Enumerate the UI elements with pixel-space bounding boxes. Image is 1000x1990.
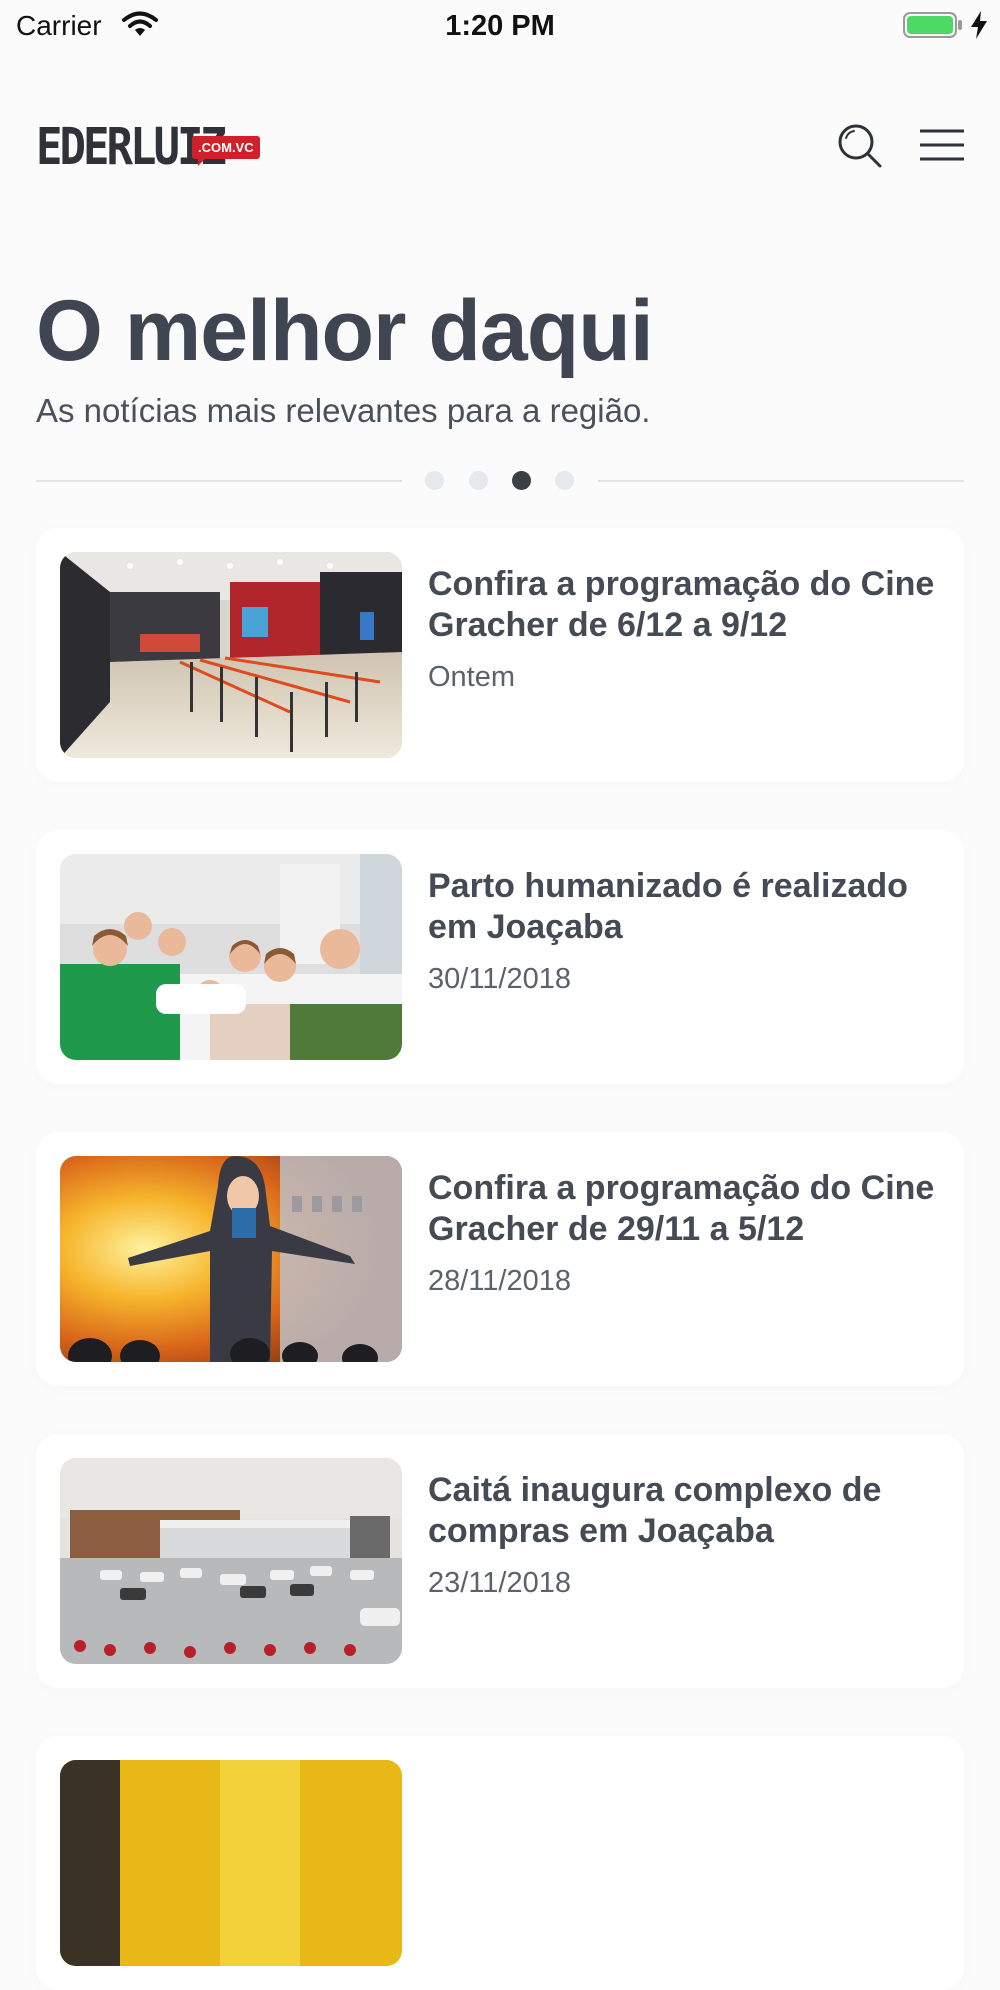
divider-left — [36, 480, 402, 482]
pager-dot-4[interactable] — [555, 471, 574, 490]
status-bar: Carrier 1:20 PM — [0, 0, 1000, 50]
article-date: 30/11/2018 — [428, 963, 571, 995]
article-card[interactable]: Caitá inaugura complexo de compras em Jo… — [36, 1434, 964, 1688]
article-title[interactable]: Confira a programação do Cine Gracher de… — [428, 564, 948, 646]
pager-dot-1[interactable] — [425, 471, 444, 490]
pager-dot-2[interactable] — [469, 471, 488, 490]
status-time: 1:20 PM — [445, 10, 555, 42]
page-subtitle: As notícias mais relevantes para a regiã… — [36, 392, 651, 429]
pager-dot-3-active[interactable] — [512, 471, 531, 490]
article-thumbnail-cinema-lobby — [60, 552, 402, 758]
divider-right — [598, 480, 964, 482]
article-thumbnail-hospital-group — [60, 854, 402, 1060]
article-title[interactable]: Confira a programação do Cine Gracher de… — [428, 1168, 948, 1250]
search-button[interactable] — [836, 122, 884, 170]
menu-button[interactable] — [918, 128, 966, 164]
article-thumbnail-movie-still — [60, 1156, 402, 1362]
article-title[interactable]: Parto humanizado é realizado em Joaçaba — [428, 866, 948, 948]
logo-badge: .COM.VC — [192, 136, 260, 166]
battery-icon — [903, 12, 963, 38]
charging-bolt-icon — [969, 10, 989, 40]
article-title[interactable]: Caitá inaugura complexo de compras em Jo… — [428, 1470, 948, 1552]
article-thumbnail-partial — [60, 1760, 402, 1966]
article-thumbnail-shopping-complex — [60, 1458, 402, 1664]
page-title: O melhor daqui — [36, 283, 654, 379]
article-card-partial[interactable] — [36, 1736, 964, 1990]
article-card[interactable]: Parto humanizado é realizado em Joaçaba … — [36, 830, 964, 1084]
article-date: Ontem — [428, 661, 516, 693]
article-date: 28/11/2018 — [428, 1265, 571, 1297]
article-card[interactable]: Confira a programação do Cine Gracher de… — [36, 528, 964, 782]
site-logo[interactable]: EDERLUIZ .COM.VC — [36, 118, 260, 177]
article-card[interactable]: Confira a programação do Cine Gracher de… — [36, 1132, 964, 1386]
search-icon — [836, 122, 884, 170]
hamburger-menu-icon — [918, 128, 966, 164]
article-date: 23/11/2018 — [428, 1567, 571, 1599]
